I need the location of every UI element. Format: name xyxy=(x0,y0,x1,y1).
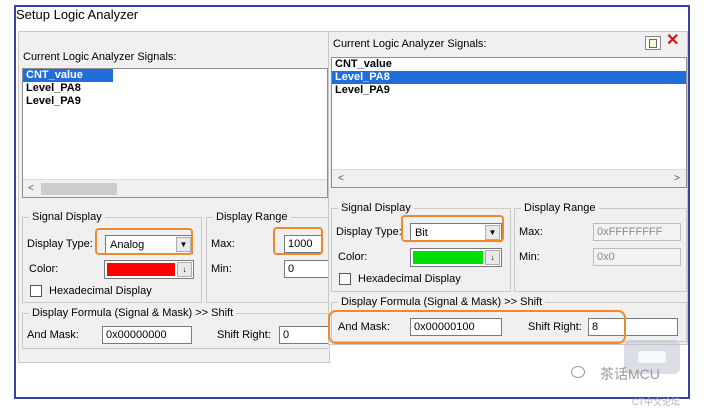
new-signal-icon[interactable] xyxy=(645,36,661,50)
min-input[interactable]: 0x0 xyxy=(593,248,681,266)
highlight-display-type-left xyxy=(95,228,193,255)
scroll-left-arrow[interactable]: < xyxy=(28,183,34,194)
list-item[interactable]: Level_PA9 xyxy=(23,95,327,108)
right-panel: Current Logic Analyzer Signals: ✕ CNT_va… xyxy=(328,31,688,345)
watermark-text: 茶话MCU xyxy=(600,366,660,382)
display-range-title: Display Range xyxy=(521,202,599,214)
min-input[interactable]: 0 xyxy=(284,260,328,278)
color-label: Color: xyxy=(29,263,59,275)
display-formula-group: Display Formula (Signal & Mask) >> Shift… xyxy=(22,307,329,349)
list-item[interactable]: CNT_value xyxy=(23,69,113,82)
highlight-formula-right xyxy=(328,310,626,344)
horizontal-scrollbar[interactable]: < xyxy=(23,179,327,197)
delete-signal-icon[interactable]: ✕ xyxy=(666,33,679,49)
wechat-icon xyxy=(571,366,585,378)
horizontal-scrollbar[interactable]: < > xyxy=(332,169,686,187)
list-item[interactable]: Level_PA8 xyxy=(23,82,327,95)
display-type-label: Display Type: xyxy=(27,238,93,250)
signals-list[interactable]: CNT_value Level_PA8 Level_PA9 < xyxy=(22,68,328,198)
shift-right-label: Shift Right: xyxy=(217,329,271,341)
max-label: Max: xyxy=(211,238,235,250)
max-label: Max: xyxy=(519,226,543,238)
dropdown-arrow-icon[interactable]: ↓ xyxy=(485,250,500,265)
scroll-left-arrow[interactable]: < xyxy=(338,173,344,184)
scrollbar-thumb[interactable] xyxy=(41,183,117,195)
highlight-display-type-right xyxy=(401,215,504,242)
signals-label: Current Logic Analyzer Signals: xyxy=(23,51,177,63)
min-label: Min: xyxy=(211,263,232,275)
window-title: Setup Logic Analyzer xyxy=(16,7,139,22)
min-label: Min: xyxy=(519,251,540,263)
hexadecimal-label: Hexadecimal Display xyxy=(49,285,152,297)
list-item[interactable]: Level_PA9 xyxy=(332,84,686,97)
signal-display-title: Signal Display xyxy=(29,211,105,223)
hexadecimal-label: Hexadecimal Display xyxy=(358,273,461,285)
color-swatch xyxy=(413,251,483,264)
and-mask-input[interactable]: 0x00000000 xyxy=(102,326,192,344)
display-formula-title: Display Formula (Signal & Mask) >> Shift xyxy=(29,307,237,319)
hexadecimal-checkbox[interactable] xyxy=(339,273,351,285)
list-item[interactable]: CNT_value xyxy=(332,58,686,71)
watermark-subtext: CT中文论坛 xyxy=(632,397,680,407)
color-select[interactable]: ↓ xyxy=(104,260,194,279)
dropdown-arrow-icon[interactable]: ↓ xyxy=(177,262,192,277)
hexadecimal-checkbox[interactable] xyxy=(30,285,42,297)
display-formula-title: Display Formula (Signal & Mask) >> Shift xyxy=(338,296,546,308)
scroll-right-arrow[interactable]: > xyxy=(674,173,680,184)
display-type-label: Display Type: xyxy=(336,226,402,238)
and-mask-label: And Mask: xyxy=(27,329,79,341)
highlight-max-left xyxy=(273,227,323,255)
left-panel: Current Logic Analyzer Signals: CNT_valu… xyxy=(18,31,330,363)
signal-display-title: Signal Display xyxy=(338,202,414,214)
shift-right-input[interactable]: 0 xyxy=(279,326,329,344)
display-range-title: Display Range xyxy=(213,211,291,223)
color-swatch xyxy=(107,263,175,276)
signals-list[interactable]: CNT_value Level_PA8 Level_PA9 < > xyxy=(331,57,687,188)
signals-label: Current Logic Analyzer Signals: xyxy=(333,38,487,50)
max-input[interactable]: 0xFFFFFFFF xyxy=(593,223,681,241)
color-select[interactable]: ↓ xyxy=(410,248,502,267)
color-label: Color: xyxy=(338,251,368,263)
list-item[interactable]: Level_PA8 xyxy=(332,71,686,84)
display-range-group: Display Range Max: 0xFFFFFFFF Min: 0x0 xyxy=(514,202,687,292)
